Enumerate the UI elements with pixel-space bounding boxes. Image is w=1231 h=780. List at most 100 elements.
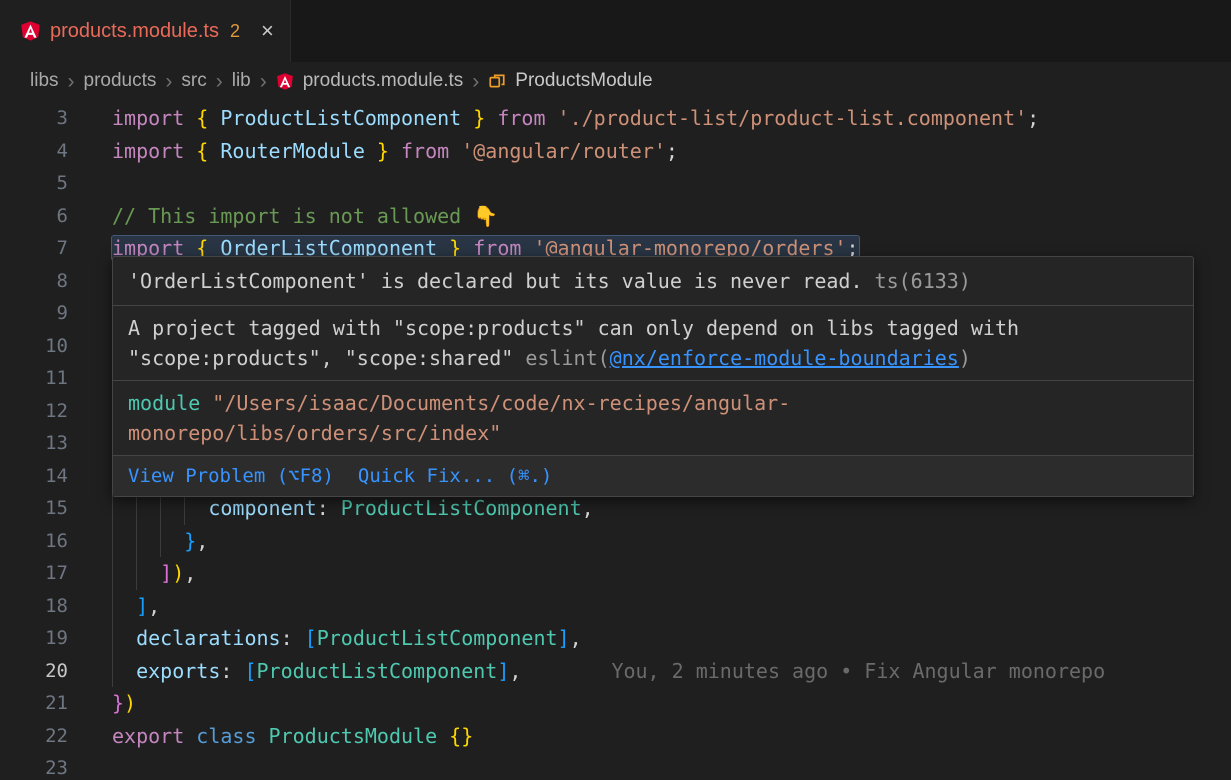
code-token: ) [124, 691, 136, 715]
code-token: ] [160, 561, 172, 585]
indent-guide [112, 655, 113, 688]
code-token: , [582, 496, 594, 520]
code-token: ProductListComponent [208, 106, 473, 130]
code-content: exports: [ProductListComponent],You, 2 m… [112, 655, 1105, 688]
code-token: import [112, 106, 196, 130]
tab-bar-empty-space [291, 0, 1231, 62]
line-number[interactable]: 18 [0, 590, 68, 623]
code-token: [ [305, 626, 317, 650]
line-number[interactable]: 5 [0, 167, 68, 200]
code-line[interactable]: 16}, [0, 525, 1231, 558]
code-line[interactable]: 18], [0, 590, 1231, 623]
code-line[interactable]: 17]), [0, 557, 1231, 590]
line-number[interactable]: 7 [0, 232, 68, 265]
line-number[interactable]: 9 [0, 297, 68, 330]
breadcrumb-separator-icon: › [165, 71, 172, 92]
line-number[interactable]: 17 [0, 557, 68, 590]
indent-guide [160, 525, 161, 558]
code-line[interactable]: 20 exports: [ProductListComponent],You, 2… [0, 655, 1231, 688]
code-line[interactable]: 19 declarations: [ProductListComponent], [0, 622, 1231, 655]
hover-text: eslint( [525, 346, 609, 370]
line-number[interactable]: 23 [0, 752, 68, 780]
code-token: declarations [136, 626, 281, 650]
code-token: ProductListComponent [317, 626, 558, 650]
symbol-class-icon [488, 72, 506, 90]
code-token: , [570, 626, 582, 650]
hover-action-button[interactable]: Quick Fix... (⌘.) [358, 461, 552, 491]
hover-sections: 'OrderListComponent' is declared but its… [113, 257, 1193, 455]
code-content: }) [112, 687, 136, 720]
code-token: from [389, 139, 461, 163]
code-token: './product-list/product-list.component' [558, 106, 1028, 130]
code-token: } [473, 106, 485, 130]
code-content: ]), [112, 557, 196, 590]
code-token: ProductListComponent [257, 659, 498, 683]
code-token: class [196, 724, 268, 748]
line-number[interactable]: 3 [0, 102, 68, 135]
tab-products-module[interactable]: products.module.ts 2 × [0, 0, 291, 62]
code-line[interactable]: 23 [0, 752, 1231, 780]
code-line[interactable]: 22 export class ProductsModule {} [0, 720, 1231, 753]
editor[interactable]: 3 import { ProductListComponent } from '.… [0, 100, 1231, 780]
hover-rule-link[interactable]: @nx/enforce-module-boundaries [610, 346, 959, 370]
code-token: ] [136, 594, 148, 618]
hover-text: "/Users/isaac/Documents/code/nx-recipes/… [128, 391, 790, 445]
line-number[interactable]: 14 [0, 460, 68, 493]
code-line[interactable]: 5 [0, 167, 1231, 200]
code-content: ], [112, 590, 160, 623]
code-content: // This import is not allowed 👇 [112, 200, 498, 233]
breadcrumb-item[interactable]: products [84, 70, 157, 92]
breadcrumb-file[interactable]: products.module.ts [303, 70, 464, 92]
line-number[interactable]: 8 [0, 265, 68, 298]
line-number[interactable]: 12 [0, 395, 68, 428]
git-blame-annotation[interactable]: You, 2 minutes ago • Fix Angular monorep… [611, 659, 1105, 683]
code-token: {} [449, 724, 473, 748]
code-line[interactable]: 6 // This import is not allowed 👇 [0, 200, 1231, 233]
line-number[interactable]: 19 [0, 622, 68, 655]
code-token: ] [497, 659, 509, 683]
hover-actions: View Problem (⌥F8) Quick Fix... (⌘.) [113, 455, 1193, 496]
line-number[interactable]: 6 [0, 200, 68, 233]
code-token: : [317, 496, 341, 520]
line-number[interactable]: 4 [0, 135, 68, 168]
line-number[interactable]: 15 [0, 492, 68, 525]
code-token: component [208, 496, 316, 520]
code-line[interactable]: 21}) [0, 687, 1231, 720]
code-line[interactable]: 4 import { RouterModule } from '@angular/… [0, 135, 1231, 168]
breadcrumb-item[interactable]: src [181, 70, 206, 92]
code-token: , [184, 561, 196, 585]
code-token: ProductsModule [269, 724, 438, 748]
code-token: // This import is not allowed [112, 204, 473, 228]
line-number[interactable]: 10 [0, 330, 68, 363]
code-content: import { RouterModule } from '@angular/r… [112, 135, 678, 168]
line-number[interactable]: 22 [0, 720, 68, 753]
line-number[interactable]: 16 [0, 525, 68, 558]
line-number[interactable]: 20 [0, 655, 68, 688]
hover-section: A project tagged with "scope:products" c… [113, 305, 1193, 380]
line-number[interactable]: 11 [0, 362, 68, 395]
indent-guide [136, 557, 137, 590]
code-token: ] [558, 626, 570, 650]
code-token: '@angular/router' [461, 139, 666, 163]
code-token: 👇 [473, 204, 498, 228]
hover-action-button[interactable]: View Problem (⌥F8) [128, 461, 334, 491]
code-token: export [112, 724, 196, 748]
line-number[interactable]: 13 [0, 427, 68, 460]
hover-text: 'OrderListComponent' is declared but its… [128, 269, 863, 293]
tab-title: products.module.ts [50, 20, 219, 43]
close-tab-icon[interactable]: × [261, 20, 274, 42]
breadcrumb-symbol[interactable]: ProductsModule [515, 70, 652, 92]
breadcrumb-item[interactable]: lib [232, 70, 251, 92]
code-token: import [112, 139, 196, 163]
code-content: declarations: [ProductListComponent], [112, 622, 582, 655]
code-line[interactable]: 3import { ProductListComponent } from '.… [0, 102, 1231, 135]
code-token: from [485, 106, 557, 130]
line-number[interactable]: 21 [0, 687, 68, 720]
angular-icon [20, 20, 41, 42]
code-token: { [196, 139, 208, 163]
indent-guide [112, 590, 113, 623]
code-token: RouterModule [208, 139, 377, 163]
code-token: : [281, 626, 305, 650]
hover-problem-widget: 'OrderListComponent' is declared but its… [112, 256, 1194, 497]
breadcrumb-item[interactable]: libs [30, 70, 59, 92]
